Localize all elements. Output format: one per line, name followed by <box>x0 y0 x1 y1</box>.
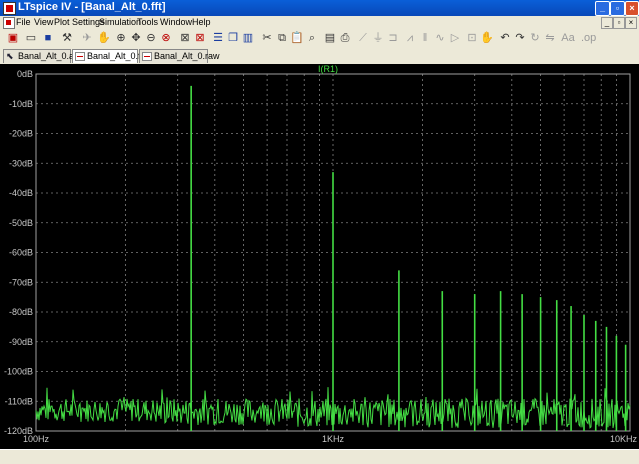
y-tick-label: -50dB <box>9 218 33 228</box>
undo-icon[interactable]: ↶ <box>498 31 512 45</box>
copy-icon[interactable]: ⧉ <box>275 31 289 45</box>
y-tick-label: 0dB <box>17 69 33 79</box>
maximize-window-button[interactable]: ▫ <box>610 1 625 16</box>
redo-icon[interactable]: ↷ <box>513 31 527 45</box>
x-tick-label: 10KHz <box>610 434 638 444</box>
toolbar: ▣ ▭ ■ ⚒ ✈ ✋ ⊕ ✥ ⊖ ⊗ ⊠ ⊠ ☰ ❐ ▥ ✂ ⧉ 📋 ⌕ ▤ … <box>0 29 639 49</box>
document-tabs: ⬉ Banal_Alt_0.asc Banal_Alt_0.fft Banal_… <box>0 48 639 65</box>
title-bar: LTspice IV - [Banal_Alt_0.fft] _ ▫ × <box>0 0 639 16</box>
y-tick-label: -100dB <box>4 367 33 377</box>
capacitor-icon[interactable]: ‖ <box>418 31 432 45</box>
cut-icon[interactable]: ✂ <box>260 31 274 45</box>
y-tick-label: -70dB <box>9 277 33 287</box>
inductor-icon[interactable]: ∿ <box>433 31 447 45</box>
x-tick-label: 1KHz <box>322 434 345 444</box>
new-schematic-icon[interactable]: ▣ <box>6 31 20 45</box>
cancel-zoom-icon[interactable]: ⊠ <box>193 31 207 45</box>
y-tick-label: -30dB <box>9 158 33 168</box>
label-icon[interactable]: ⊐ <box>386 31 400 45</box>
control-panel-icon[interactable]: ⚒ <box>60 31 74 45</box>
pan-icon[interactable]: ✥ <box>129 31 143 45</box>
mirror-icon[interactable]: ⇋ <box>543 31 557 45</box>
mdi-minimize-button[interactable]: _ <box>601 17 613 29</box>
print-icon[interactable]: ⎙ <box>338 31 352 45</box>
window-title: LTspice IV - [Banal_Alt_0.fft] <box>18 1 166 13</box>
mdi-close-button[interactable]: × <box>625 17 637 29</box>
document-menu-icon[interactable] <box>3 17 15 29</box>
schematic-icon: ⬉ <box>6 51 14 61</box>
run-icon[interactable]: ✈ <box>80 31 94 45</box>
menu-simulation[interactable]: Simulation <box>99 17 141 27</box>
menu-bar: File View Plot Settings Simulation Tools… <box>0 16 639 29</box>
autorange-icon[interactable]: ⊠ <box>178 31 192 45</box>
x-axis-ticks: 100Hz 1KHz 10KHz <box>23 434 638 444</box>
open-icon[interactable]: ▭ <box>24 31 38 45</box>
y-tick-label: -110dB <box>5 396 33 406</box>
save-icon[interactable]: ■ <box>41 31 55 45</box>
menu-tools[interactable]: Tools <box>137 17 158 27</box>
halt-icon[interactable]: ✋ <box>97 31 111 45</box>
y-tick-label: -10dB <box>9 99 33 109</box>
print-preview-icon[interactable]: ▤ <box>323 31 337 45</box>
tab-label: Banal_Alt_0.raw <box>154 51 220 61</box>
menu-help[interactable]: Help <box>192 17 211 27</box>
y-tick-label: -90dB <box>9 337 33 347</box>
status-bar <box>0 449 639 464</box>
resistor-icon[interactable]: ⩘ <box>403 31 417 45</box>
menu-view[interactable]: View <box>34 17 53 27</box>
tab-banal-alt-0-asc[interactable]: ⬉ Banal_Alt_0.asc <box>3 49 83 63</box>
tab-banal-alt-0-fft[interactable]: Banal_Alt_0.fft <box>72 49 145 63</box>
zoom-in-icon[interactable]: ⊕ <box>114 31 128 45</box>
y-axis-ticks: 0dB -10dB -20dB -30dB -40dB -50dB -60dB -70dB -8… <box>4 69 33 436</box>
zoom-full-icon[interactable]: ⊗ <box>159 31 173 45</box>
rotate-icon[interactable]: ↻ <box>528 31 542 45</box>
paste-icon[interactable]: 📋 <box>290 31 304 45</box>
fft-chart[interactable]: 0dB -10dB -20dB -30dB -40dB -50dB -60dB -70dB -8… <box>0 64 639 449</box>
ltspice-app-icon <box>3 2 16 15</box>
plot-icon <box>142 52 152 61</box>
menu-file[interactable]: File <box>16 17 31 27</box>
tab-banal-alt-0-raw[interactable]: Banal_Alt_0.raw <box>139 49 220 63</box>
tile-vertical-icon[interactable]: ▥ <box>241 31 255 45</box>
diode-icon[interactable]: ▷ <box>448 31 462 45</box>
menu-window[interactable]: Window <box>160 17 192 27</box>
close-window-button[interactable]: × <box>625 1 639 16</box>
y-tick-label: -60dB <box>9 248 33 258</box>
tab-label: Banal_Alt_0.fft <box>87 51 146 61</box>
plot-icon <box>75 52 85 61</box>
wire-icon[interactable]: ⟋ <box>356 31 370 45</box>
spice-directive-icon[interactable]: .op <box>581 31 596 45</box>
fft-plot-pane[interactable]: 0dB -10dB -20dB -30dB -40dB -50dB -60dB -70dB -8… <box>0 64 639 449</box>
trace-label[interactable]: I(R1) <box>318 64 338 74</box>
menu-plot-settings[interactable]: Plot Settings <box>54 17 105 27</box>
text-icon[interactable]: Aa <box>561 31 575 45</box>
tile-horizontal-icon[interactable]: ☰ <box>211 31 225 45</box>
x-tick-label: 100Hz <box>23 434 50 444</box>
find-icon[interactable]: ⌕ <box>305 31 319 45</box>
zoom-out-icon[interactable]: ⊖ <box>144 31 158 45</box>
cascade-icon[interactable]: ❐ <box>226 31 240 45</box>
y-tick-label: -20dB <box>9 129 33 139</box>
minimize-window-button[interactable]: _ <box>595 1 610 16</box>
move-icon[interactable]: ✋ <box>480 31 494 45</box>
y-tick-label: -80dB <box>9 307 33 317</box>
component-icon[interactable]: ⊡ <box>465 31 479 45</box>
y-tick-label: -40dB <box>9 188 33 198</box>
ground-icon[interactable]: ⏚ <box>371 31 385 45</box>
mdi-restore-button[interactable]: ▫ <box>613 17 625 29</box>
